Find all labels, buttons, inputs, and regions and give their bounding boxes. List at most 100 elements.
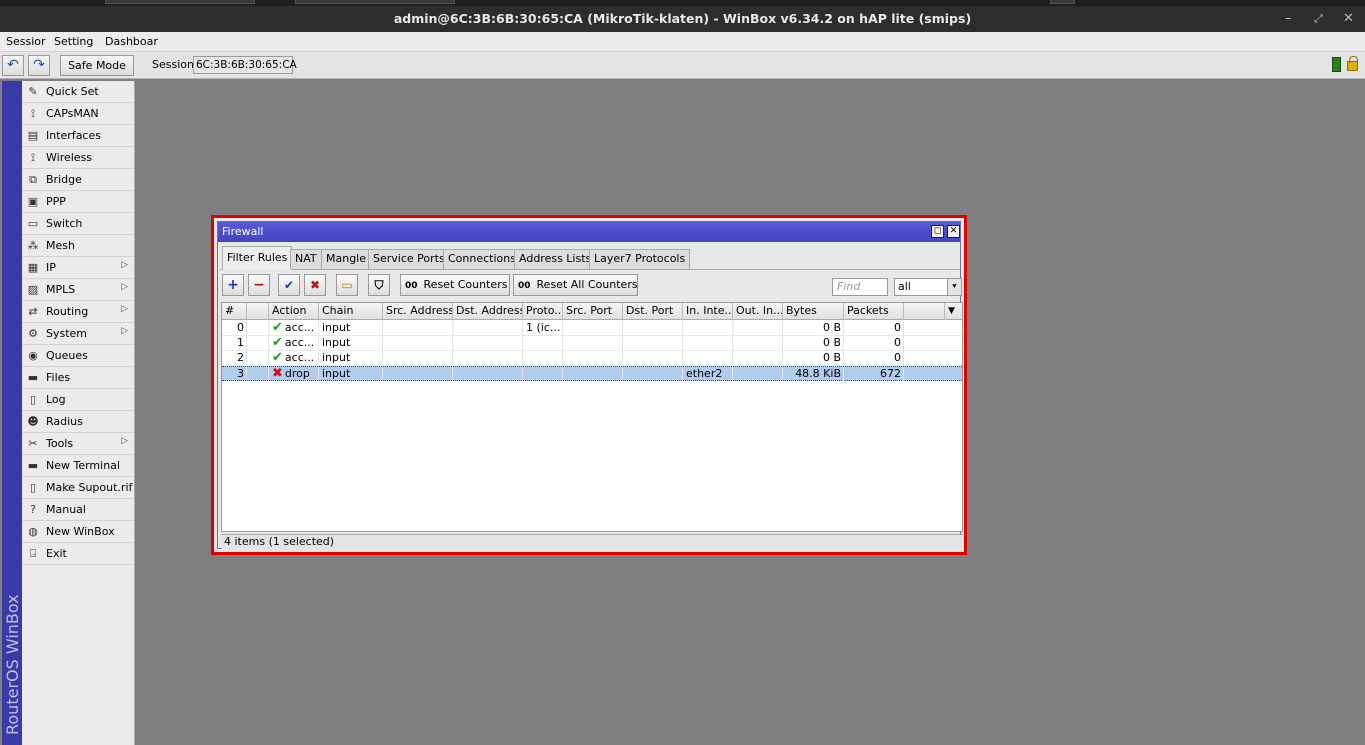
column-header[interactable]: Proto... [523,303,563,320]
reset-all-counters-button[interactable]: 00 Reset All Counters [513,274,638,296]
tab-nat[interactable]: NAT [290,249,322,269]
tab-connections[interactable]: Connections [443,249,521,269]
reset-counters-button[interactable]: 00 Reset Counters [400,274,510,296]
filter-button[interactable]: ⛉ [368,274,390,296]
menu-dashboard[interactable]: Dashboar [105,35,158,48]
column-header[interactable]: # [222,303,247,320]
sidebar-item-queues[interactable]: ◉ Queues [22,345,134,367]
sidebar-item-quick-set[interactable]: ✎ Quick Set [22,81,134,103]
minimize-icon[interactable]: – [1285,6,1292,32]
sidebar-item-routing[interactable]: ⇄ Routing ▷ [22,301,134,323]
log-icon: ▯ [29,393,37,406]
column-header[interactable]: Dst. Port [623,303,683,320]
rule-sport-cell [563,321,623,336]
rule-src-cell [383,321,453,336]
window-close-icon[interactable]: ✕ [1343,6,1354,32]
redo-button[interactable]: ↷ [28,55,50,76]
sidebar-item-log[interactable]: ▯ Log [22,389,134,411]
sidebar-item-exit[interactable]: ⍈ Exit [22,543,134,565]
column-header[interactable]: Packets [844,303,904,320]
sidebar-item-files[interactable]: ▬ Files [22,367,134,389]
cross-icon: ✖ [309,278,321,292]
rule-bytes-cell: 0 B [783,351,844,366]
disable-button[interactable]: ✖ [304,274,326,296]
rule-packets-cell: 672 [844,367,904,382]
enable-button[interactable]: ✔ [278,274,300,296]
column-header[interactable]: Dst. Address [453,303,523,320]
column-header[interactable] [247,303,269,320]
sidebar-item-interfaces[interactable]: ▤ Interfaces [22,125,134,147]
menu-session[interactable]: Sessior [6,35,46,48]
table-row[interactable]: 2 ✔ acc... input 0 B0 [222,351,962,366]
table-row[interactable]: 1 ✔ acc... input 0 B0 [222,336,962,351]
undo-button[interactable]: ↶ [2,55,24,76]
chevron-down-icon[interactable]: ⯆ [947,279,961,295]
radius-users-icon: ☻ [27,415,39,428]
remove-button[interactable]: − [248,274,270,296]
column-header[interactable]: Chain [319,303,383,320]
exit-icon: ⍈ [29,547,37,560]
rule-proto-cell [523,351,563,366]
sidebar-item-wireless[interactable]: ⟟ Wireless [22,147,134,169]
system-gear-icon: ⚙ [28,327,38,340]
sidebar-item-switch[interactable]: ▭ Switch [22,213,134,235]
add-button[interactable]: + [222,274,244,296]
sidebar-item-new-terminal[interactable]: ▬ New Terminal [22,455,134,477]
comment-note-icon: ▭ [341,278,353,292]
safe-mode-button[interactable]: Safe Mode [60,55,134,76]
column-header[interactable]: Src. Address [383,303,453,320]
sidebar-item-system[interactable]: ⚙ System ▷ [22,323,134,345]
tab-service-ports[interactable]: Service Ports [368,249,450,269]
column-header[interactable]: In. Inte... [683,303,733,320]
session-field[interactable]: 6C:3B:6B:30:65:CA [193,56,297,74]
filter-select[interactable]: all ⯆ [894,278,962,296]
sidebar-item-label: New Terminal [46,459,120,472]
comment-button[interactable]: ▭ [336,274,358,296]
counter-icon: 00 [518,281,531,291]
restore-icon[interactable]: ⤢ [1314,6,1323,32]
sidebar-item-capsman[interactable]: ⟟ CAPsMAN [22,103,134,125]
ppp-icon: ▣ [27,195,39,208]
find-input[interactable]: Find [832,278,888,296]
tab-filter-rules[interactable]: Filter Rules [222,246,293,270]
tab-address-lists[interactable]: Address Lists [514,249,597,269]
column-header[interactable]: Src. Port [563,303,623,320]
sidebar-item-make-supout-rif[interactable]: ▯ Make Supout.rif [22,477,134,499]
reset-all-counters-label: Reset All Counters [536,278,638,291]
sidebar-item-manual[interactable]: ? Manual [22,499,134,521]
sidebar-item-new-winbox[interactable]: ◍ New WinBox [22,521,134,543]
column-menu-icon[interactable]: ▼ [944,303,962,320]
tab-mangle[interactable]: Mangle [321,249,372,269]
sidebar-item-ppp[interactable]: ▣ PPP [22,191,134,213]
sidebar-item-radius[interactable]: ☻ Radius [22,411,134,433]
rule-out-if-cell [733,351,783,366]
sidebar-item-tools[interactable]: ✂ Tools ▷ [22,433,134,455]
column-header[interactable]: Action [269,303,319,320]
table-row[interactable]: 0 ✔ acc... input 1 (ic... 0 B0 [222,321,962,336]
sidebar-item-ip[interactable]: ▦ IP ▷ [22,257,134,279]
accept-check-icon: ✔ [272,336,283,350]
wireless-icon: ⟟ [30,151,36,164]
sidebar-item-label: Tools [46,437,74,450]
menu-settings[interactable]: Setting [54,35,93,48]
column-header[interactable]: Bytes [783,303,844,320]
firewall-restore-icon[interactable]: ◻ [931,225,944,238]
rule-dst-cell [453,367,523,382]
rule-in-if-cell [683,321,733,336]
sidebar-item-mpls[interactable]: ▨ MPLS ▷ [22,279,134,301]
rule-in-if-cell [683,336,733,351]
rule-num-cell: 0 [222,321,247,336]
tab-layer7-protocols[interactable]: Layer7 Protocols [589,249,691,269]
plus-icon: + [227,277,239,293]
table-row[interactable]: 3 ✖ drop input ether2 48.8 KiB 672 [222,366,962,382]
firewall-titlebar[interactable]: Firewall ◻ ✕ [218,222,960,242]
firewall-close-icon[interactable]: ✕ [947,225,960,238]
sidebar-item-bridge[interactable]: ⧉ Bridge [22,169,134,191]
firewall-tabs: Filter Rules NAT Mangle Service Ports Co… [220,246,960,270]
column-header[interactable]: Out. In... [733,303,783,320]
queues-icon: ◉ [28,349,38,362]
sidebar-item-mesh[interactable]: ⁂ Mesh [22,235,134,257]
rule-src-cell [383,336,453,351]
files-folder-icon: ▬ [27,371,39,384]
redo-icon: ↷ [33,57,45,73]
